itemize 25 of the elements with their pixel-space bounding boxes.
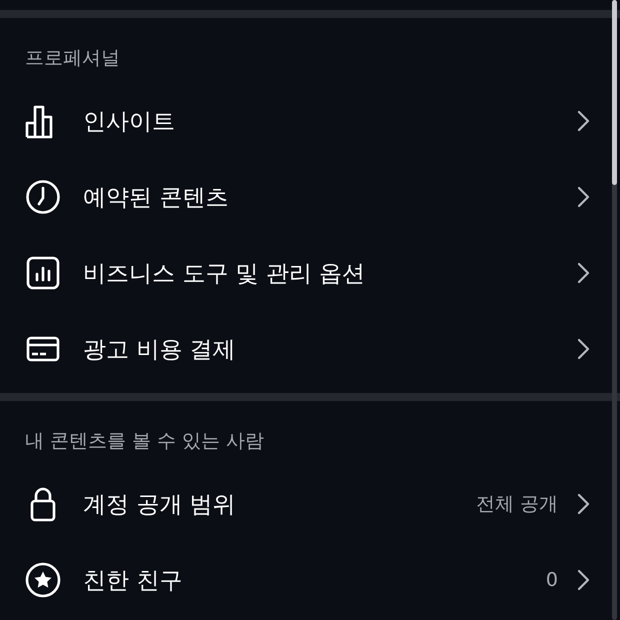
item-label: 친한 친구: [83, 566, 184, 596]
menu-item[interactable]: 비즈니스 도구 및 관리 옵션: [0, 235, 620, 311]
chart-icon: [25, 255, 61, 291]
clock-icon: [25, 179, 61, 215]
menu-item[interactable]: 예약된 콘텐츠: [0, 159, 620, 235]
item-label: 비즈니스 도구 및 관리 옵션: [83, 260, 366, 288]
chevron-icon: [576, 338, 590, 360]
chevron-icon: [576, 110, 590, 132]
item-value: 0: [546, 569, 558, 591]
item-label: 인사이트: [83, 108, 176, 136]
chevron-icon: [576, 569, 590, 591]
section-header: 내 콘텐츠를 볼 수 있는 사람: [24, 429, 266, 454]
menu-item[interactable]: 광고 비용 결제: [0, 311, 620, 387]
item-label: 계정 공개 범위: [83, 490, 237, 520]
menu-item[interactable]: 계정 공개 범위 전체 공개: [0, 466, 620, 542]
item-value: 전체 공개: [476, 492, 558, 517]
item-label: 예약된 콘텐츠: [83, 184, 230, 212]
scrollbar[interactable]: [612, 0, 617, 620]
menu-item[interactable]: 인사이트: [0, 83, 620, 159]
chevron-icon: [576, 262, 590, 284]
chevron-icon: [576, 186, 590, 208]
chevron-icon: [576, 493, 590, 515]
item-label: 광고 비용 결제: [83, 336, 237, 364]
section-header: 프로페셔널: [24, 46, 121, 71]
menu-item[interactable]: 친한 친구 0: [0, 542, 620, 618]
